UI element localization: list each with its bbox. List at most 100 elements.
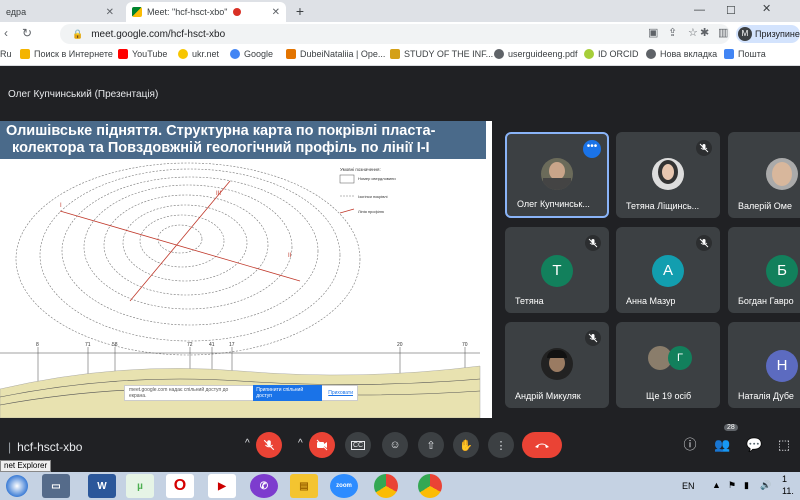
tray-expand-icon[interactable]: ▲: [712, 480, 721, 490]
bookmark-item[interactable]: Google: [230, 49, 273, 59]
maximize-icon[interactable]: ☐: [726, 4, 736, 17]
avatar: [541, 158, 573, 190]
mic-toggle-button[interactable]: [256, 432, 282, 458]
tab-meet[interactable]: Meet: "hcf-hsct-xbo" ✕: [126, 2, 286, 22]
chat-icon[interactable]: 💬: [746, 437, 762, 453]
activities-icon[interactable]: ⬚: [776, 437, 792, 453]
camera-options-chevron-icon[interactable]: ^: [298, 438, 303, 449]
mic-off-icon: [585, 330, 601, 346]
camera-toggle-button[interactable]: [309, 432, 335, 458]
people-icon[interactable]: 👥: [714, 437, 730, 453]
browser-toolbar: ‹ ↻ 🔒 meet.google.com/hcf-hsct-xbo: [0, 22, 800, 46]
flag-icon[interactable]: ⚑: [728, 480, 736, 491]
language-indicator[interactable]: EN: [682, 481, 695, 491]
clock-date[interactable]: 11.: [782, 486, 794, 496]
minimize-icon[interactable]: —: [694, 4, 705, 16]
participant-tile[interactable]: Андрій Микуляк: [505, 322, 609, 408]
more-participants-tile[interactable]: Г Ще 19 осіб: [616, 322, 720, 408]
map-mark: I: [60, 203, 62, 209]
hang-up-icon: [535, 443, 549, 448]
camera-in-use-icon[interactable]: ▣: [648, 26, 658, 39]
close-icon[interactable]: ✕: [272, 7, 280, 18]
svg-text:Умовні позначення:: Умовні позначення:: [340, 167, 381, 172]
close-window-icon[interactable]: ✕: [762, 2, 771, 15]
recording-icon: [233, 8, 242, 16]
leave-call-button[interactable]: [522, 432, 562, 458]
participant-name: Наталія Дубе: [738, 391, 794, 401]
bookmark-item[interactable]: ID ORCID: [584, 49, 639, 59]
hide-banner-link[interactable]: Приховати: [328, 390, 353, 396]
reload-icon[interactable]: ↻: [22, 26, 32, 40]
participant-tile[interactable]: Т Тетяна: [505, 227, 609, 313]
network-icon[interactable]: ▮: [744, 480, 749, 491]
raise-hand-button[interactable]: ✋: [453, 432, 479, 458]
stop-sharing-button[interactable]: Припинити спільний доступ: [253, 385, 323, 401]
address-bar[interactable]: 🔒 meet.google.com/hcf-hsct-xbo: [60, 24, 730, 44]
bookmark-item[interactable]: DubeiNataliia | Ope...: [286, 49, 385, 59]
reactions-button[interactable]: ☺: [382, 432, 408, 458]
bookmark-item[interactable]: Нова вкладка: [646, 49, 717, 59]
mic-off-icon: [263, 439, 275, 451]
bookmark-item[interactable]: Поиск в Интернете: [20, 49, 113, 59]
tab-previous[interactable]: едра ✕: [0, 2, 120, 22]
extensions-icon[interactable]: ✱: [700, 26, 709, 39]
more-options-icon[interactable]: •••: [583, 140, 601, 158]
google-icon: [230, 49, 240, 59]
info-icon[interactable]: ⓘ: [682, 437, 698, 453]
youtube-icon: [118, 49, 128, 59]
participant-name: Ще 19 осіб: [646, 391, 692, 401]
bookmark-item[interactable]: Ru: [0, 49, 12, 59]
participant-tile[interactable]: Тетяна Ліщинсь...: [616, 132, 720, 218]
svg-text:58: 58: [112, 342, 118, 348]
zoom-taskbar-icon[interactable]: zoom: [330, 474, 358, 498]
svg-text:41: 41: [209, 342, 215, 348]
bookmark-star-icon[interactable]: ☆: [688, 26, 698, 39]
presentation-slide: Олишівське підняття. Структурна карта по…: [0, 121, 492, 418]
svg-text:Ізогіпси покрівлі: Ізогіпси покрівлі: [358, 194, 388, 199]
svg-text:Номер свердловини: Номер свердловини: [358, 176, 396, 181]
bookmark-icon: [286, 49, 296, 59]
captions-button[interactable]: CC: [345, 432, 371, 458]
bookmark-item[interactable]: Пошта: [724, 49, 766, 59]
new-tab-button[interactable]: +: [291, 3, 309, 21]
avatar: [541, 348, 573, 380]
start-button[interactable]: [6, 475, 28, 497]
bookmark-item[interactable]: YouTube: [118, 49, 167, 59]
chrome-taskbar-icon[interactable]: [374, 474, 398, 498]
mic-off-icon: [696, 140, 712, 156]
more-options-button[interactable]: ⋮: [488, 432, 514, 458]
back-icon[interactable]: ‹: [4, 26, 8, 40]
participant-tile[interactable]: Б Богдан Гавро: [728, 227, 800, 313]
folder-taskbar-icon[interactable]: ▤: [290, 474, 318, 498]
bookmark-item[interactable]: ukr.net: [178, 49, 219, 59]
utorrent-taskbar-icon[interactable]: µ: [126, 474, 154, 498]
participant-tile[interactable]: ••• Олег Купчинськ...: [505, 132, 609, 218]
close-icon[interactable]: ✕: [106, 7, 114, 18]
viber-taskbar-icon[interactable]: ✆: [250, 474, 278, 498]
volume-icon[interactable]: 🔊: [760, 480, 771, 491]
participant-tile[interactable]: Валерій Оме: [728, 132, 800, 218]
clock-time[interactable]: 1: [782, 474, 787, 484]
chrome-taskbar-icon[interactable]: [418, 474, 442, 498]
bookmark-item[interactable]: userguideeng.pdf: [494, 49, 578, 59]
sidepanel-icon[interactable]: ▥: [718, 26, 728, 39]
pdf-icon: [494, 49, 504, 59]
explorer-taskbar-icon[interactable]: ▭: [42, 474, 70, 498]
share-banner-text: meet.google.com надає спільний доступ до…: [129, 387, 229, 399]
participant-tile[interactable]: Н Наталія Дубе: [728, 322, 800, 408]
word-taskbar-icon[interactable]: W: [88, 474, 116, 498]
share-icon[interactable]: ⇪: [668, 26, 677, 39]
profile-button[interactable]: M Призупине: [736, 25, 800, 43]
participant-tile[interactable]: А Анна Мазур: [616, 227, 720, 313]
mic-options-chevron-icon[interactable]: ^: [245, 438, 250, 449]
bookmark-item[interactable]: STUDY OF THE INF...: [390, 49, 493, 59]
present-button[interactable]: ⇧: [418, 432, 444, 458]
bookmark-icon: [390, 49, 400, 59]
participant-name: Валерій Оме: [738, 201, 792, 211]
avatar: Г: [668, 346, 692, 370]
orcid-icon: [584, 49, 594, 59]
svg-text:17: 17: [229, 342, 235, 348]
taskbar-tooltip: net Explorer: [0, 460, 52, 472]
opera-taskbar-icon[interactable]: O: [166, 474, 194, 498]
powerpoint-taskbar-icon[interactable]: ▶: [208, 474, 236, 498]
